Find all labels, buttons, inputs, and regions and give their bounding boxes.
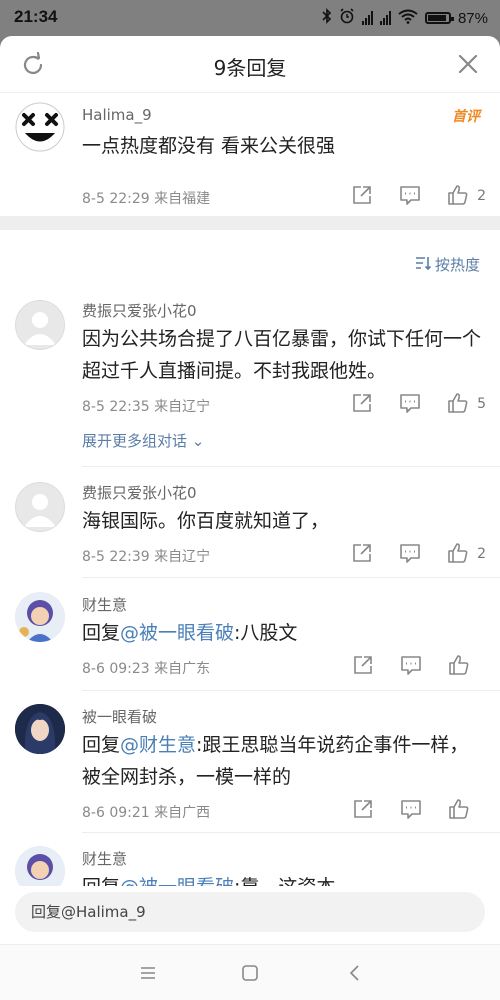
thumbs-up-icon[interactable] (448, 798, 472, 822)
menu-icon[interactable] (138, 963, 158, 983)
comment-meta: 8-6 09:21 来自广西 (82, 805, 211, 821)
thumbs-up-icon[interactable] (447, 184, 471, 208)
username[interactable]: Halima_9 (82, 106, 152, 124)
comment-meta: 8-5 22:39 来自辽宁 (82, 549, 211, 565)
thumbs-up-icon[interactable] (447, 392, 471, 416)
sort-label: 按热度 (434, 256, 480, 274)
section-divider (0, 216, 500, 230)
divider (82, 832, 500, 833)
comment-text: 海银国际。你百度就知道了， (82, 510, 330, 532)
like-count: 2 (477, 546, 486, 562)
alarm-icon (339, 8, 355, 28)
share-icon[interactable] (352, 654, 376, 678)
comment-text: 回复@财生意:跟王思聪当年说药企事件一样，被全网封杀，一模一样的 (82, 729, 482, 793)
username[interactable]: 被一眼看破 (82, 706, 157, 727)
avatar[interactable] (15, 704, 65, 754)
comment-icon[interactable] (400, 654, 424, 678)
comment-icon[interactable] (400, 798, 424, 822)
comment-actions: 2 (327, 542, 486, 566)
mention-link[interactable]: @被一眼看破 (120, 622, 234, 644)
comment-actions (328, 798, 486, 822)
divider (82, 577, 500, 578)
reply-item: 费振只爱张小花0 因为公共场合提了八百亿暴雷，你试下任何一个超过千人直播间提。不… (0, 292, 500, 468)
thumbs-up-icon[interactable] (448, 654, 472, 678)
sheet-title: 9条回复 (213, 56, 287, 80)
comment-text: 回复@被一眼看破:靠，这资本 (82, 871, 482, 886)
reply-item: 被一眼看破 回复@财生意:跟王思聪当年说药企事件一样，被全网封杀，一模一样的 8… (0, 700, 500, 830)
share-icon[interactable] (351, 542, 375, 566)
comment-text: 一点热度都没有 看来公关很强 (82, 135, 336, 157)
replies-sheet: 9条回复 Halima_9 首评 一点热度都没有 看来公关很强 8-5 22:2… (0, 36, 500, 1000)
username[interactable]: 财生意 (82, 848, 127, 869)
divider (82, 466, 500, 467)
avatar[interactable] (15, 592, 65, 642)
sheet-header: 9条回复 (0, 36, 500, 93)
close-icon[interactable] (456, 52, 480, 76)
status-bar: 21:34 87% (0, 0, 500, 36)
reply-item: 费振只爱张小花0 海银国际。你百度就知道了， 8-5 22:39 来自辽宁 2 (0, 476, 500, 576)
reply-prefix: 回复 (82, 734, 121, 756)
first-comment-badge: 首评 (452, 109, 480, 125)
comment-meta: 8-5 22:29 来自福建 (82, 191, 211, 207)
avatar[interactable] (15, 300, 65, 350)
battery-percent: 87% (457, 9, 488, 27)
reply-prefix: 回复 (82, 622, 121, 644)
avatar[interactable] (15, 482, 65, 532)
reply-body: :靠，这资本 (234, 876, 335, 886)
system-nav-bar (0, 944, 500, 1000)
username[interactable]: 财生意 (82, 594, 127, 615)
thumbs-up-icon[interactable] (447, 542, 471, 566)
reply-item: 财生意 回复@被一眼看破:靠，这资本 (0, 842, 500, 886)
reply-input[interactable] (15, 892, 485, 932)
chevron-down-icon: ⌄ (187, 432, 205, 450)
mention-link[interactable]: @财生意 (120, 734, 196, 756)
comment-actions: 2 (327, 184, 486, 208)
expand-label: 展开更多组对话 (82, 432, 188, 450)
home-icon[interactable] (240, 963, 260, 983)
username[interactable]: 费振只爱张小花0 (82, 482, 197, 503)
username[interactable]: 费振只爱张小花0 (82, 300, 197, 321)
reply-prefix: 回复 (82, 876, 120, 886)
divider (82, 690, 500, 691)
signal-icon (361, 11, 373, 25)
bluetooth-icon (322, 8, 332, 28)
share-icon[interactable] (352, 798, 376, 822)
comment-actions (328, 654, 486, 678)
like-count: 2 (477, 188, 486, 204)
comment-text: 因为公共场合提了八百亿暴雷，你试下任何一个超过千人直播间提。不封我跟他姓。 (82, 328, 482, 382)
comment-meta: 8-6 09:23 来自广东 (82, 661, 211, 677)
comment-icon[interactable] (399, 542, 423, 566)
wifi-icon (398, 9, 418, 28)
comment-meta: 8-5 22:35 来自辽宁 (82, 399, 211, 415)
comment-icon[interactable] (399, 184, 423, 208)
status-icons: 87% (322, 8, 488, 28)
comment-actions: 5 (327, 392, 486, 416)
status-time: 21:34 (14, 7, 58, 26)
sort-icon (415, 256, 432, 274)
back-icon[interactable] (345, 963, 365, 983)
expand-conversation-link[interactable]: 展开更多组对话 ⌄ (82, 430, 204, 451)
comment-icon[interactable] (399, 392, 423, 416)
signal-icon-2 (379, 11, 391, 25)
avatar[interactable] (15, 102, 65, 152)
share-icon[interactable] (351, 392, 375, 416)
reply-item: 财生意 回复@被一眼看破:八股文 8-6 09:23 来自广东 (0, 588, 500, 688)
root-comment: Halima_9 首评 一点热度都没有 看来公关很强 8-5 22:29 来自福… (0, 92, 500, 216)
sort-by-hot-button[interactable]: 按热度 (415, 254, 480, 275)
reply-body: :八股文 (234, 622, 298, 644)
battery-icon (424, 12, 454, 24)
like-count: 5 (477, 396, 486, 412)
avatar[interactable] (15, 846, 65, 886)
comment-text: 回复@被一眼看破:八股文 (82, 617, 482, 649)
share-icon[interactable] (351, 184, 375, 208)
mention-link[interactable]: @被一眼看破 (120, 876, 234, 886)
